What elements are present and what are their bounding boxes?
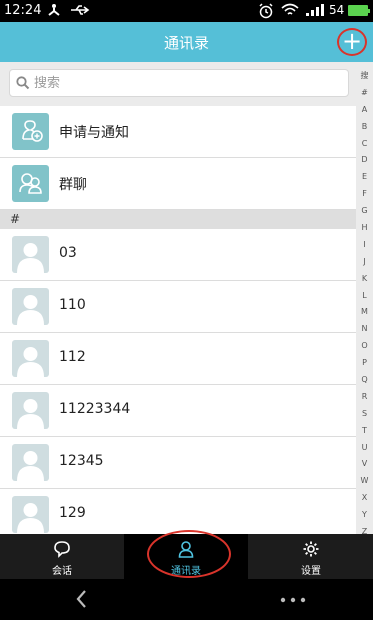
index-letter[interactable]: M [356, 304, 373, 321]
contact-name: 110 [59, 297, 86, 313]
default-avatar-icon [12, 392, 49, 429]
status-bar: 12:24 54 [0, 0, 373, 22]
highlight-circle [147, 530, 231, 578]
index-letter[interactable]: W [356, 473, 373, 490]
contact-name: 129 [59, 505, 86, 521]
list-item-label: 群聊 [59, 177, 87, 193]
index-letter[interactable]: C [356, 136, 373, 153]
default-avatar-icon [12, 236, 49, 273]
list-item-label: 申请与通知 [59, 125, 129, 141]
index-letter[interactable]: K [356, 271, 373, 288]
contact-name: 11223344 [59, 401, 131, 417]
tab-label: 设置 [301, 566, 321, 577]
contact-row[interactable]: 12345 [0, 437, 356, 489]
index-letter[interactable]: Q [356, 372, 373, 389]
back-chevron-icon[interactable] [70, 587, 94, 611]
index-letter[interactable]: X [356, 490, 373, 507]
index-letter[interactable]: R [356, 389, 373, 406]
add-contact-button[interactable]: + [337, 28, 367, 56]
index-letter[interactable]: # [356, 85, 373, 102]
header-bar: 通讯录 + [0, 22, 373, 62]
index-letter[interactable]: I [356, 237, 373, 254]
network-share-icon [48, 4, 60, 16]
contacts-content[interactable]: 申请与通知 群聊 # 03 110 [0, 62, 373, 534]
index-letter[interactable]: A [356, 102, 373, 119]
index-letter[interactable]: E [356, 169, 373, 186]
tab-label: 会话 [52, 566, 72, 577]
section-header: # [0, 210, 356, 229]
wifi-icon [281, 3, 299, 15]
system-nav-bar [0, 579, 373, 620]
default-avatar-icon [12, 288, 49, 325]
default-avatar-icon [12, 496, 49, 533]
contact-name: 12345 [59, 453, 104, 469]
tab-settings[interactable]: 设置 [249, 534, 373, 579]
search-input[interactable] [34, 73, 334, 93]
index-letter[interactable]: U [356, 440, 373, 457]
index-letter[interactable]: 搜 [356, 68, 373, 85]
usb-icon [71, 5, 90, 15]
contact-row[interactable]: 11223344 [0, 385, 356, 437]
index-letter[interactable]: T [356, 423, 373, 440]
index-letter[interactable]: S [356, 406, 373, 423]
alphabet-index-bar[interactable]: 搜 # A B C D E F G H I J K L M N O P Q R S T U V W X Y Z [356, 68, 373, 534]
contact-row[interactable]: 129 [0, 489, 356, 534]
group-chat-icon [12, 165, 49, 202]
index-letter[interactable]: N [356, 321, 373, 338]
default-avatar-icon [12, 444, 49, 481]
search-icon [16, 76, 30, 90]
gear-icon [303, 541, 319, 557]
index-letter[interactable]: B [356, 119, 373, 136]
alarm-icon [259, 3, 273, 19]
index-letter[interactable]: Y [356, 507, 373, 524]
chat-bubble-icon [54, 541, 70, 558]
search-box[interactable] [9, 69, 349, 97]
notification-avatar-icon [12, 113, 49, 150]
contact-list: 申请与通知 群聊 # 03 110 112 11223344 12345 129 [0, 106, 356, 534]
contact-row[interactable]: 112 [0, 333, 356, 385]
more-dots-icon[interactable] [278, 596, 308, 604]
search-area [0, 62, 356, 106]
contact-name: 112 [59, 349, 86, 365]
default-avatar-icon [12, 340, 49, 377]
index-letter[interactable]: D [356, 152, 373, 169]
index-letter[interactable]: Z [356, 524, 373, 534]
index-letter[interactable]: F [356, 186, 373, 203]
page-title: 通讯录 [163, 34, 209, 52]
index-letter[interactable]: J [356, 254, 373, 271]
status-time: 12:24 [4, 3, 42, 18]
tab-chats[interactable]: 会话 [0, 534, 124, 579]
index-letter[interactable]: V [356, 456, 373, 473]
contact-row[interactable]: 110 [0, 281, 356, 333]
contact-name: 03 [59, 245, 77, 261]
index-letter[interactable]: L [356, 288, 373, 305]
contact-row[interactable]: 03 [0, 229, 356, 281]
list-item-notifications[interactable]: 申请与通知 [0, 106, 356, 158]
index-letter[interactable]: O [356, 338, 373, 355]
battery-icon [348, 5, 370, 16]
battery-level: 54 [329, 3, 345, 17]
index-letter[interactable]: G [356, 203, 373, 220]
list-item-group-chat[interactable]: 群聊 [0, 158, 356, 210]
index-letter[interactable]: H [356, 220, 373, 237]
signal-icon [306, 4, 324, 16]
index-letter[interactable]: P [356, 355, 373, 372]
